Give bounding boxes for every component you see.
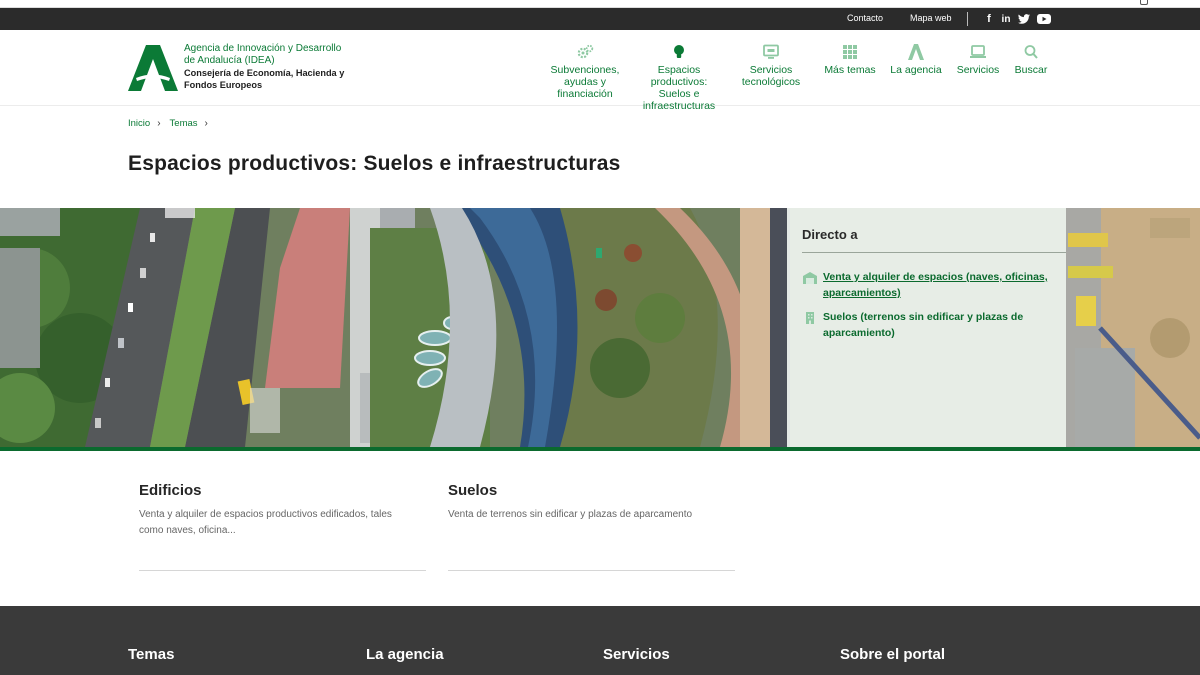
youtube-icon[interactable] xyxy=(1037,12,1051,26)
footer-heading-servicios: Servicios xyxy=(603,646,670,663)
nav-label: Servicios tecnológicos xyxy=(741,64,801,88)
facebook-icon[interactable]: f xyxy=(984,12,994,26)
breadcrumb-inicio[interactable]: Inicio xyxy=(128,118,150,129)
direct-link-suelos[interactable]: Suelos (terrenos sin edificar y plazas d… xyxy=(803,309,1053,341)
brand-block: Agencia de Innovación y Desarrollo de An… xyxy=(184,43,354,91)
contact-link[interactable]: Contacto xyxy=(847,13,883,23)
laptop-icon xyxy=(969,44,987,60)
breadcrumb-temas[interactable]: Temas xyxy=(170,118,198,129)
lightbulb-icon xyxy=(670,44,688,60)
nav-buscar[interactable]: Buscar xyxy=(1010,44,1052,76)
nav-label: La agencia xyxy=(890,64,942,76)
divider xyxy=(802,252,1066,253)
site-header: Agencia de Innovación y Desarrollo de An… xyxy=(0,30,1200,112)
direct-access-title: Directo a xyxy=(802,227,858,242)
nav-label: Espacios productivos: Suelos e infraestr… xyxy=(642,64,716,112)
nav-subvenciones[interactable]: Subvenciones, ayudas y financiación xyxy=(546,44,624,100)
nav-la-agencia[interactable]: La agencia xyxy=(888,44,944,76)
hero-bottom-rule xyxy=(0,447,1200,451)
direct-link-label: Suelos (terrenos sin edificar y plazas d… xyxy=(823,311,1024,339)
gears-icon xyxy=(576,44,594,60)
warehouse-icon xyxy=(803,271,817,284)
linkedin-icon[interactable]: in xyxy=(998,12,1014,26)
card-edificios[interactable]: Edificios Venta y alquiler de espacios p… xyxy=(139,482,426,571)
direct-link-venta-alquiler[interactable]: Venta y alquiler de espacios (naves, ofi… xyxy=(803,269,1053,301)
grid-icon xyxy=(841,44,859,60)
nav-mas-temas[interactable]: Más temas xyxy=(820,44,880,76)
building-icon xyxy=(803,311,817,324)
card-description: Venta de terrenos sin edificar y plazas … xyxy=(448,509,693,520)
nav-label: Subvenciones, ayudas y financiación xyxy=(550,64,620,100)
footer-heading-temas: Temas xyxy=(128,646,175,663)
chevron-right-icon: › xyxy=(157,118,161,129)
footer-heading-la-agencia: La agencia xyxy=(366,646,444,663)
utility-bar: Contacto Mapa web f in xyxy=(0,8,1200,30)
nav-label: Más temas xyxy=(824,64,876,76)
twitter-icon[interactable] xyxy=(1018,12,1030,26)
site-footer: Temas La agencia Servicios Sobre el port… xyxy=(0,606,1200,675)
browser-top-strip xyxy=(0,0,1200,8)
junta-andalucia-logo-icon[interactable] xyxy=(128,45,178,91)
breadcrumb: Inicio › Temas › xyxy=(128,118,217,129)
sitemap-link[interactable]: Mapa web xyxy=(910,13,952,23)
chevron-right-icon: › xyxy=(204,118,208,129)
agency-logo-icon xyxy=(907,44,925,60)
direct-link-label: Venta y alquiler de espacios (naves, ofi… xyxy=(823,271,1048,299)
agency-name: Agencia de Innovación y Desarrollo de An… xyxy=(184,43,342,66)
direct-access-panel: Directo a Venta y alquiler de espacios (… xyxy=(787,208,1066,447)
page-title: Espacios productivos: Suelos e infraestr… xyxy=(128,152,621,175)
utility-separator xyxy=(967,12,968,26)
search-icon xyxy=(1022,44,1040,60)
card-title: Suelos xyxy=(448,482,498,499)
nav-servicios[interactable]: Servicios xyxy=(952,44,1004,76)
tab-corner-icon xyxy=(1140,0,1148,5)
department-name: Consejería de Economía, Hacienda y Fondo… xyxy=(184,68,345,90)
nav-servicios-tecnologicos[interactable]: Servicios tecnológicos xyxy=(733,44,809,88)
card-description: Venta y alquiler de espacios productivos… xyxy=(139,509,392,536)
card-suelos[interactable]: Suelos Venta de terrenos sin edificar y … xyxy=(448,482,735,571)
nav-label: Buscar xyxy=(1014,64,1048,76)
nav-espacios-productivos[interactable]: Espacios productivos: Suelos e infraestr… xyxy=(638,44,720,112)
footer-heading-sobre-el-portal: Sobre el portal xyxy=(840,646,946,663)
monitor-icon xyxy=(762,44,780,60)
nav-label: Servicios xyxy=(956,64,1000,76)
card-title: Edificios xyxy=(139,482,202,499)
